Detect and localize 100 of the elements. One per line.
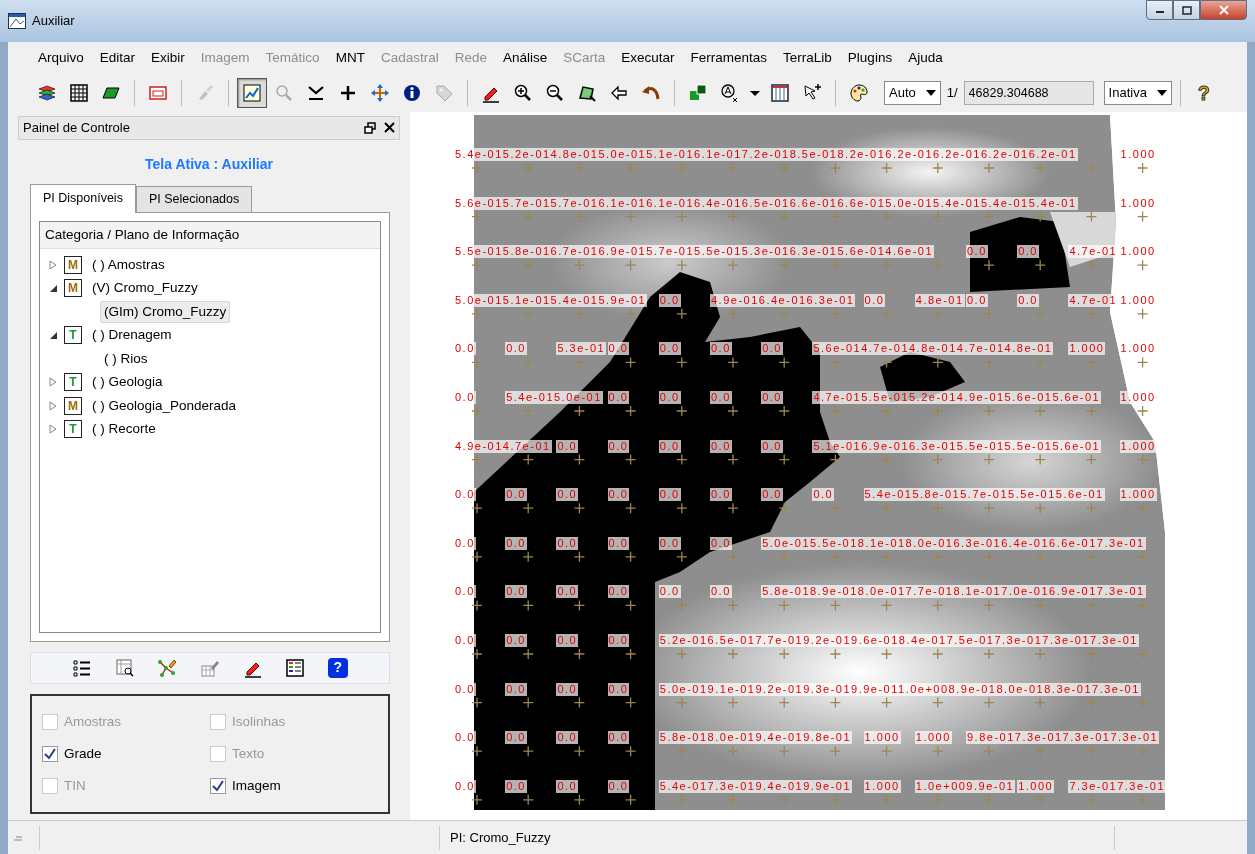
collapse-icon[interactable]	[48, 330, 58, 341]
menu-item[interactable]: Exibir	[143, 45, 193, 71]
minimize-button[interactable]	[1146, 0, 1173, 20]
list-button[interactable]	[72, 657, 93, 678]
close-icon[interactable]	[384, 122, 395, 133]
tab[interactable]: PI Selecionados	[135, 186, 253, 212]
scale-field[interactable]: 46829.304688	[963, 81, 1094, 105]
network-pencil-button[interactable]	[157, 657, 178, 678]
grid-value-label: 0.0	[556, 634, 579, 647]
grid-value-label: 1.000	[1119, 196, 1157, 210]
squares-icon	[688, 83, 708, 103]
layer-type-badge: M	[64, 255, 82, 274]
scale-mode-dropdown[interactable]: Auto	[884, 81, 941, 105]
maximize-button[interactable]	[1173, 0, 1200, 20]
grid-value-label: 5.3e-01	[556, 342, 607, 356]
tree-item[interactable]: ( ) Recorte	[88, 418, 160, 441]
grid-value-label: 5.4e-015.0e-01	[505, 391, 603, 404]
close-button[interactable]	[1200, 0, 1247, 20]
layer-type-badge: M	[64, 279, 82, 298]
table-zoom-icon	[114, 657, 135, 678]
expand-icon[interactable]	[48, 259, 58, 270]
close-icon	[1217, 5, 1230, 15]
grid-value-label: 1.000	[1119, 293, 1157, 307]
help-button[interactable]: ?	[327, 657, 348, 678]
grid-value-label: 1.000	[1119, 488, 1157, 502]
menu-item[interactable]: Executar	[613, 45, 683, 71]
float-icon[interactable]	[364, 122, 376, 134]
grid-value-label: 0.0	[812, 488, 835, 502]
menu-item[interactable]: Editar	[91, 45, 144, 71]
grid-value-label: 0.0	[505, 342, 527, 356]
checkbox[interactable]	[210, 777, 226, 794]
grid-value-label: 0.0	[658, 488, 681, 502]
menu-item[interactable]: Ferramentas	[682, 45, 776, 71]
menu-item[interactable]: MNT	[327, 45, 373, 71]
collapse-icon[interactable]	[48, 283, 58, 294]
table-icon	[770, 83, 790, 103]
scale-prefix: 1/	[946, 84, 958, 103]
tree-item[interactable]: ( ) Drenagem	[88, 324, 176, 347]
menu-item[interactable]: Arquivo	[30, 45, 92, 71]
grid-value-label: 0.0	[607, 342, 630, 356]
tree-item[interactable]: ( ) Rios	[100, 347, 152, 370]
expand-icon[interactable]	[48, 377, 58, 388]
checkbox-label: Grade	[64, 744, 102, 763]
menu-item[interactable]: TerraLib	[775, 45, 840, 71]
grid-value-label: 5.4e-015.2e-014.8e-015.0e-015.1e-016.1e-017.2e-018.5e-018.2e-016.2e-016.2e-016.2e-016.2e-01	[454, 148, 1078, 161]
tree-item[interactable]: ( ) Geologia	[88, 371, 167, 394]
table-zoom-button[interactable]	[114, 657, 135, 678]
panel-title: Painel de Controle	[23, 119, 130, 138]
grid-value-label: 0.0	[505, 585, 527, 599]
grid-value-label: 1.000	[914, 731, 952, 745]
caret-icon	[1156, 90, 1167, 96]
zoom-out-icon	[545, 83, 565, 103]
grid-value-label: 0.0	[761, 342, 783, 356]
grid-value-label: 0.0	[607, 391, 630, 404]
grid-value-label: 0.0	[505, 488, 527, 502]
grid-value-label: 0.0	[454, 634, 476, 647]
arrow-left-icon	[609, 83, 629, 103]
menu-item[interactable]: Plugins	[839, 45, 901, 71]
move-icon	[370, 83, 390, 103]
grid-value-label: 0.0	[1017, 245, 1039, 259]
expand-icon[interactable]	[48, 424, 58, 435]
tree-item[interactable]: (V) Cromo_Fuzzy	[88, 277, 202, 300]
palette-icon	[849, 83, 869, 103]
label-scale-icon	[720, 83, 740, 103]
tag-icon	[434, 83, 454, 103]
tree-item[interactable]: (GIm) Cromo_Fuzzy	[100, 300, 231, 323]
grid-value-label: 0.0	[710, 585, 732, 599]
tree-item[interactable]: ( ) Amostras	[88, 253, 169, 276]
grid-value-label: 0.0	[454, 779, 476, 793]
grid-value-label: 0.0	[454, 391, 476, 404]
plus-icon	[338, 83, 358, 103]
legend-button[interactable]	[285, 657, 306, 678]
grid-value-label: 5.6e-014.7e-014.8e-014.7e-014.8e-01	[812, 342, 1054, 356]
expand-icon[interactable]	[48, 400, 58, 411]
grid-value-label: 0.0	[658, 585, 681, 599]
grid-value-label: 0.0	[454, 488, 476, 502]
app-icon	[8, 13, 26, 29]
grid-value-label: 0.0	[556, 585, 579, 599]
chart-icon	[242, 83, 262, 103]
chart-button[interactable]	[237, 78, 267, 108]
list-icon	[72, 657, 93, 678]
grid-value-label: 0.0	[454, 731, 476, 745]
checkbox-label: Imagem	[232, 776, 281, 795]
window-title: Auxiliar	[32, 12, 75, 31]
grid-value-label: 1.000	[1119, 148, 1157, 161]
mode-dropdown[interactable]: Inativa	[1103, 81, 1172, 105]
menu-item[interactable]: Análise	[494, 45, 556, 71]
checkbox[interactable]	[42, 745, 58, 762]
menu-item[interactable]: Ajuda	[900, 45, 951, 71]
grid-value-label: 0.0	[454, 342, 476, 356]
network-pencil-icon	[157, 657, 178, 678]
grid-value-label: 9.8e-017.3e-017.3e-017.3e-01	[966, 731, 1160, 745]
tree-item[interactable]: ( ) Geologia_Ponderada	[88, 394, 241, 417]
tab[interactable]: PI Disponíveis	[30, 184, 136, 213]
layer-type-badge: T	[64, 373, 82, 392]
layer-type-badge: T	[64, 420, 82, 439]
grid-value-label: 0.0	[607, 585, 630, 599]
checkbox-label: Isolinhas	[232, 712, 286, 731]
layer-type-badge: T	[64, 326, 82, 345]
grid-value-label: 0.0	[454, 682, 476, 696]
